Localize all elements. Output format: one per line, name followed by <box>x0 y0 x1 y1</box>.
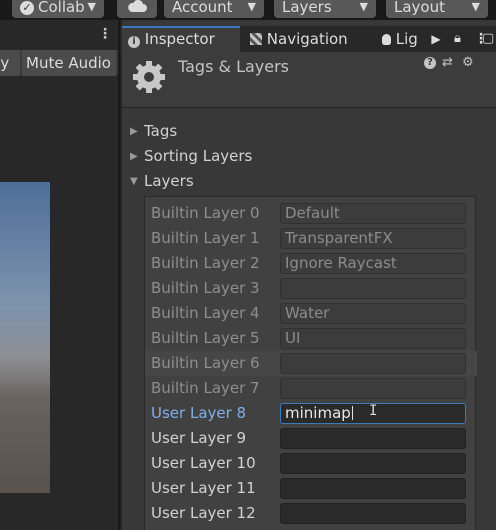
layer-list: Builtin Layer 0 Default Builtin Layer 1 … <box>144 196 477 530</box>
layer-name-input[interactable] <box>280 503 466 524</box>
tab-inspector-label: Inspector <box>144 30 215 48</box>
layout-dropdown[interactable]: Layout ▼ <box>386 0 488 18</box>
layer-row: Builtin Layer 1 TransparentFX <box>145 226 477 251</box>
chevron-down-icon: ▼ <box>359 0 368 13</box>
lock-icon[interactable]: 🔒︎ <box>454 26 461 52</box>
layer-name-field: Ignore Raycast <box>280 253 466 274</box>
layer-label: Builtin Layer 1 <box>151 229 260 247</box>
panel-menu-icon[interactable]: ⋮ <box>98 26 112 42</box>
inspector-title: Tags & Layers <box>178 57 290 76</box>
chevron-right-icon: ▶ <box>130 151 138 162</box>
inspector-tab-strip: i Inspector Navigation Lig ▶ 🔒︎ ⋮ ▢ <box>120 26 496 52</box>
chevron-down-icon: ▼ <box>87 0 96 13</box>
tab-navigation-label: Navigation <box>266 30 348 48</box>
layer-row: Builtin Layer 7 <box>145 376 477 401</box>
account-dropdown[interactable]: Account ▼ <box>164 0 264 18</box>
layer-name-field: TransparentFX <box>280 228 466 249</box>
layer-row: Builtin Layer 0 Default <box>145 201 477 226</box>
layers-foldout[interactable]: ▼ Layers <box>130 170 194 192</box>
layers-dropdown[interactable]: Layers ▼ <box>274 0 376 18</box>
layers-foldout-label: Layers <box>144 172 194 190</box>
game-view-render[interactable] <box>0 182 50 493</box>
navigation-icon <box>250 33 262 45</box>
account-label: Account <box>172 0 233 16</box>
layer-row: Builtin Layer 4 Water <box>145 301 477 326</box>
main-toolbar: ✓ Collab ▼ Account ▼ Layers ▼ Layout ▼ <box>0 0 496 20</box>
layer-row: Builtin Layer 6 <box>145 351 477 376</box>
layer-row: User Layer 10 <box>145 451 477 476</box>
collab-label: Collab <box>38 0 85 16</box>
layer-label: Builtin Layer 0 <box>151 204 260 222</box>
layer-name-text: minimap <box>285 404 351 422</box>
layer-row: User Layer 11 <box>145 476 477 501</box>
layer-row: Builtin Layer 3 <box>145 276 477 301</box>
layer-label: Builtin Layer 5 <box>151 329 260 347</box>
layers-label: Layers <box>282 0 332 16</box>
layer-label: Builtin Layer 4 <box>151 304 260 322</box>
layer-row: User Layer 8 minimap <box>145 401 477 426</box>
chevron-down-icon: ▼ <box>130 176 138 187</box>
layer-name-field: UI <box>280 328 466 349</box>
layer-row: Builtin Layer 5 UI <box>145 326 477 351</box>
inspector-header: Tags & Layers ? ⇄ ⚙ <box>122 52 496 108</box>
layer-row: User Layer 12 <box>145 501 477 526</box>
layer-name-field: Water <box>280 303 466 324</box>
layer-label: User Layer 9 <box>151 429 247 447</box>
tab-inspector[interactable]: i Inspector <box>122 26 240 52</box>
layer-label: User Layer 11 <box>151 479 256 497</box>
checkmark-icon: ✓ <box>20 1 34 15</box>
tab-lighting[interactable]: Lig <box>376 26 424 52</box>
tags-foldout[interactable]: ▶ Tags <box>130 120 177 142</box>
tab-navigation[interactable]: Navigation <box>244 26 360 52</box>
help-icon[interactable]: ? <box>424 57 436 69</box>
game-view-toolbar: Play Mute Audio <box>0 50 118 76</box>
chevron-down-icon: ▼ <box>247 0 256 13</box>
layer-name-field <box>280 378 466 399</box>
layer-name-input[interactable] <box>280 478 466 499</box>
inspector-scrollbar[interactable] <box>484 108 496 530</box>
layer-name-field: Default <box>280 203 466 224</box>
mute-audio-button[interactable]: Mute Audio <box>22 50 116 76</box>
maximize-on-play-button[interactable]: Play <box>0 50 20 76</box>
text-caret <box>351 406 353 420</box>
layer-row: User Layer 9 <box>145 426 477 451</box>
layer-name-input[interactable] <box>280 453 466 474</box>
maximize-icon[interactable]: ▢ <box>482 26 496 52</box>
lightbulb-icon <box>382 34 391 45</box>
collab-button[interactable]: ✓ Collab ▼ <box>12 0 104 18</box>
layer-name-field <box>280 278 466 299</box>
layer-label: Builtin Layer 3 <box>151 279 260 297</box>
settings-gear-icon <box>133 61 165 93</box>
layer-label: User Layer 12 <box>151 504 256 522</box>
text-cursor-icon: I <box>369 403 378 419</box>
sorting-layers-label: Sorting Layers <box>144 147 253 165</box>
info-icon: i <box>128 36 140 48</box>
layer-row: Builtin Layer 2 Ignore Raycast <box>145 251 477 276</box>
layer-label: Builtin Layer 6 <box>151 354 260 372</box>
layer-label: Builtin Layer 7 <box>151 379 260 397</box>
layer-name-field <box>280 353 466 374</box>
layer-label: User Layer 10 <box>151 454 256 472</box>
tags-label: Tags <box>144 122 178 140</box>
play-label: Play <box>0 54 10 72</box>
tab-lighting-label: Lig <box>395 30 418 48</box>
layer-label: User Layer 8 <box>151 404 247 422</box>
sorting-layers-foldout[interactable]: ▶ Sorting Layers <box>130 145 252 167</box>
presets-icon[interactable]: ⇄ <box>442 55 453 70</box>
cloud-icon <box>128 0 147 12</box>
layout-label: Layout <box>394 0 445 16</box>
gear-icon[interactable]: ⚙ <box>462 55 474 70</box>
chevron-down-icon: ▼ <box>471 0 480 13</box>
tab-scroll-right-icon[interactable]: ▶ <box>428 26 444 52</box>
cloud-button[interactable] <box>117 0 157 18</box>
layer-name-input[interactable] <box>280 428 466 449</box>
layer-label: Builtin Layer 2 <box>151 254 260 272</box>
chevron-right-icon: ▶ <box>130 126 138 137</box>
